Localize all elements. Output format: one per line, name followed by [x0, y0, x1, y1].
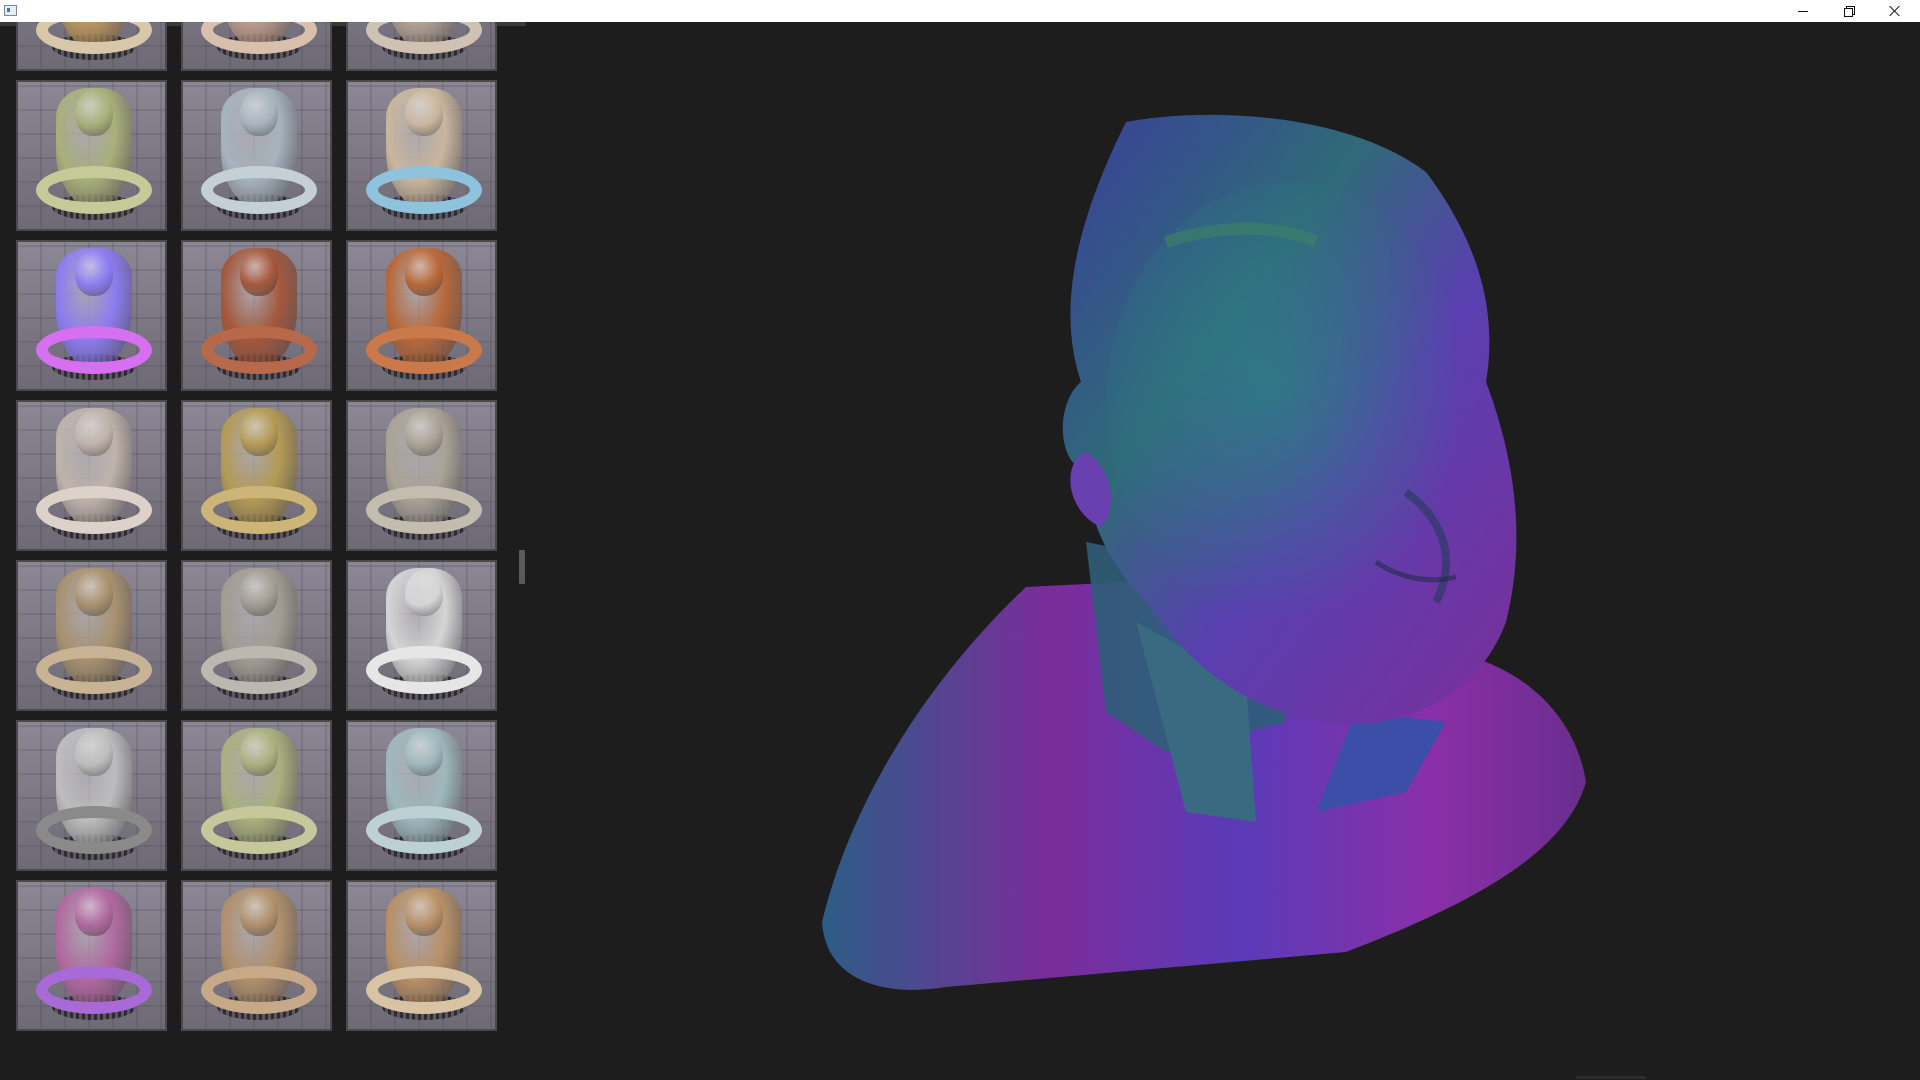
material-ring	[201, 166, 317, 214]
material-ring	[366, 966, 482, 1014]
material-ring	[36, 966, 152, 1014]
material-thumbnail[interactable]	[346, 400, 497, 551]
app-icon	[4, 5, 17, 16]
material-preview-head	[240, 570, 278, 616]
material-ring	[366, 326, 482, 374]
material-ring	[36, 646, 152, 694]
3d-viewport[interactable]	[526, 22, 1920, 1080]
material-thumbnail[interactable]	[181, 560, 332, 711]
material-thumbnail[interactable]	[181, 80, 332, 231]
material-thumbnail[interactable]	[16, 720, 167, 871]
close-icon	[1889, 5, 1901, 17]
viewport-scrollbar-thumb[interactable]	[1576, 1076, 1646, 1079]
material-preview-head	[75, 570, 113, 616]
material-ring	[36, 326, 152, 374]
material-preview-head	[75, 890, 113, 936]
title-bar	[0, 0, 1920, 22]
material-ring	[201, 646, 317, 694]
material-thumbnail[interactable]	[181, 22, 332, 71]
material-preview-head	[75, 730, 113, 776]
restore-icon	[1844, 6, 1855, 17]
material-preview-head	[240, 890, 278, 936]
face-highlight	[1106, 182, 1466, 622]
viewport-canvas[interactable]	[526, 22, 1920, 1080]
material-thumbnail[interactable]	[16, 880, 167, 1031]
material-ring	[36, 806, 152, 854]
material-thumbnail[interactable]	[16, 22, 167, 71]
normal-shaded-head-bust	[822, 114, 1586, 990]
material-thumbnail[interactable]	[16, 560, 167, 711]
material-ring	[201, 326, 317, 374]
panel-scrollbar-thumb[interactable]	[519, 550, 525, 584]
material-thumbnail[interactable]	[346, 240, 497, 391]
material-preview-head	[405, 90, 443, 136]
material-thumbnail[interactable]	[346, 22, 497, 71]
material-preview-head	[405, 410, 443, 456]
material-thumbnail[interactable]	[181, 240, 332, 391]
material-thumbnail[interactable]	[346, 720, 497, 871]
material-thumbnail[interactable]	[181, 400, 332, 551]
material-ring	[366, 486, 482, 534]
material-preview-head	[240, 250, 278, 296]
material-preview-head	[405, 250, 443, 296]
material-ring	[366, 166, 482, 214]
material-thumbnail[interactable]	[16, 80, 167, 231]
minimize-button[interactable]	[1780, 0, 1826, 22]
material-preview-head	[75, 410, 113, 456]
material-preview-head	[240, 90, 278, 136]
material-ring	[201, 486, 317, 534]
minimize-icon	[1798, 10, 1808, 12]
material-ring	[36, 486, 152, 534]
material-ring	[36, 166, 152, 214]
material-ring	[201, 966, 317, 1014]
material-preview-head	[75, 90, 113, 136]
material-thumbnail[interactable]	[346, 80, 497, 231]
restore-button[interactable]	[1826, 0, 1872, 22]
material-thumbnail[interactable]	[16, 400, 167, 551]
material-thumbnail[interactable]	[181, 720, 332, 871]
material-preview-head	[405, 890, 443, 936]
material-ring	[201, 806, 317, 854]
material-thumbnail[interactable]	[181, 880, 332, 1031]
material-thumbnail[interactable]	[346, 880, 497, 1031]
material-preview-head	[240, 730, 278, 776]
material-preview-head	[240, 410, 278, 456]
material-library-panel	[0, 22, 526, 1080]
material-thumbnail[interactable]	[16, 240, 167, 391]
material-ring	[366, 806, 482, 854]
material-preview-head	[405, 730, 443, 776]
material-preview-head	[405, 570, 443, 616]
material-preview-head	[75, 250, 113, 296]
material-ring	[366, 646, 482, 694]
material-thumbnail[interactable]	[346, 560, 497, 711]
close-button[interactable]	[1872, 0, 1918, 22]
